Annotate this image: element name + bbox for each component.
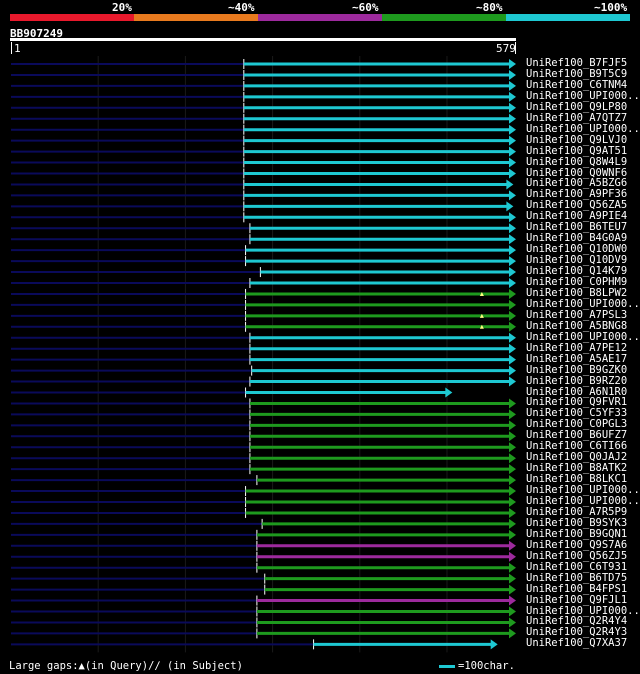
hit-arrow [509, 278, 516, 288]
hit-label[interactable]: UniRef100_B4FPS1 [526, 583, 627, 595]
hit-arrow [509, 442, 516, 453]
hit-arrow [509, 168, 516, 179]
hit-arrow [509, 628, 516, 639]
hit-arrow [509, 486, 516, 497]
gap-legend: Large gaps:▲(in Query)/∕ (in Subject) [9, 660, 243, 672]
legend-seg-40 [134, 14, 258, 21]
hit-label[interactable]: UniRef100_Q9AT51 [526, 145, 627, 157]
hit-arrow [509, 376, 516, 387]
hit-arrow [509, 595, 516, 606]
scale-label: =100char. [458, 660, 515, 672]
query-gap-marker [479, 291, 484, 296]
hit-arrow [509, 365, 516, 376]
hit-arrow [509, 453, 516, 464]
hit-label[interactable]: UniRef100_B9RZ20 [526, 375, 627, 387]
query-gap-marker [479, 324, 484, 329]
hit-arrow [509, 562, 516, 573]
legend-seg-60 [258, 14, 382, 21]
hit-arrow [509, 518, 516, 529]
hit-arrow [509, 157, 516, 168]
hit-arrow [509, 475, 516, 486]
ruler-start-label: 1 [14, 42, 21, 55]
hit-arrow [509, 584, 516, 595]
hit-arrow [506, 201, 514, 212]
hit-arrow [509, 102, 516, 113]
legend-seg-100 [506, 14, 630, 21]
hit-label[interactable]: UniRef100_Q8W4L9 [526, 156, 627, 168]
hit-arrow [506, 179, 514, 190]
hit-arrow [509, 332, 516, 343]
hit-arrow [509, 299, 516, 310]
hit-arrow [509, 124, 516, 135]
percent-label-100: ~100% [594, 1, 628, 14]
hit-arrow [509, 59, 516, 69]
hit-arrow [509, 146, 516, 157]
hit-arrow [509, 409, 516, 420]
hit-arrow [509, 135, 516, 146]
hit-arrow [509, 113, 516, 124]
hit-arrow [509, 310, 516, 321]
hit-arrow [509, 398, 516, 409]
percent-label-40: ~40% [228, 1, 255, 14]
percent-label-80: ~80% [476, 1, 503, 14]
legend-seg-80 [382, 14, 506, 21]
hit-arrow [509, 497, 516, 507]
hit-arrow [509, 91, 516, 102]
hit-arrow [509, 540, 516, 551]
hit-label[interactable]: UniRef100_Q9FJL1 [526, 594, 627, 606]
hit-arrow [509, 529, 516, 540]
hit-arrow [509, 69, 516, 80]
hit-arrow [509, 431, 516, 442]
ruler-end-label: 579 [496, 42, 516, 55]
hit-arrow [509, 288, 516, 299]
hit-arrow [509, 212, 516, 223]
hit-arrow [509, 507, 516, 518]
hit-label[interactable]: UniRef100_A5AE17 [526, 353, 627, 365]
hit-arrow [509, 256, 516, 267]
hit-arrow [509, 223, 516, 234]
hit-arrow [509, 573, 516, 584]
query-ruler [10, 38, 516, 41]
scale-bar [439, 665, 455, 668]
hit-arrow [509, 267, 516, 278]
hit-arrow [509, 190, 516, 201]
percent-label-60: ~60% [352, 1, 379, 14]
hit-label[interactable]: UniRef100_B6TD75 [526, 572, 627, 584]
hit-arrow [509, 245, 516, 256]
hit-arrow [509, 617, 516, 628]
hit-arrow [490, 639, 498, 650]
hit-arrow [445, 387, 453, 398]
hit-arrow [509, 420, 516, 431]
hit-arrow [509, 464, 516, 475]
hit-arrow [509, 234, 516, 245]
identity-legend-bar [10, 14, 630, 21]
hit-arrow [509, 80, 516, 91]
hit-label[interactable]: UniRef100_B9GZK0 [526, 364, 627, 376]
hit-label[interactable]: UniRef100_Q9LVJ0 [526, 134, 627, 146]
legend-seg-20 [10, 14, 134, 21]
hit-arrow [509, 606, 516, 617]
ruler-start-tick [11, 42, 12, 54]
hit-arrow [509, 354, 516, 365]
query-gap-marker [479, 313, 484, 318]
percent-label-20: 20% [112, 1, 132, 14]
hit-arrow [509, 321, 516, 332]
hit-arrow [509, 343, 516, 354]
hit-arrow [509, 551, 516, 562]
hit-label[interactable]: UniRef100_Q7XA37 [526, 638, 627, 649]
